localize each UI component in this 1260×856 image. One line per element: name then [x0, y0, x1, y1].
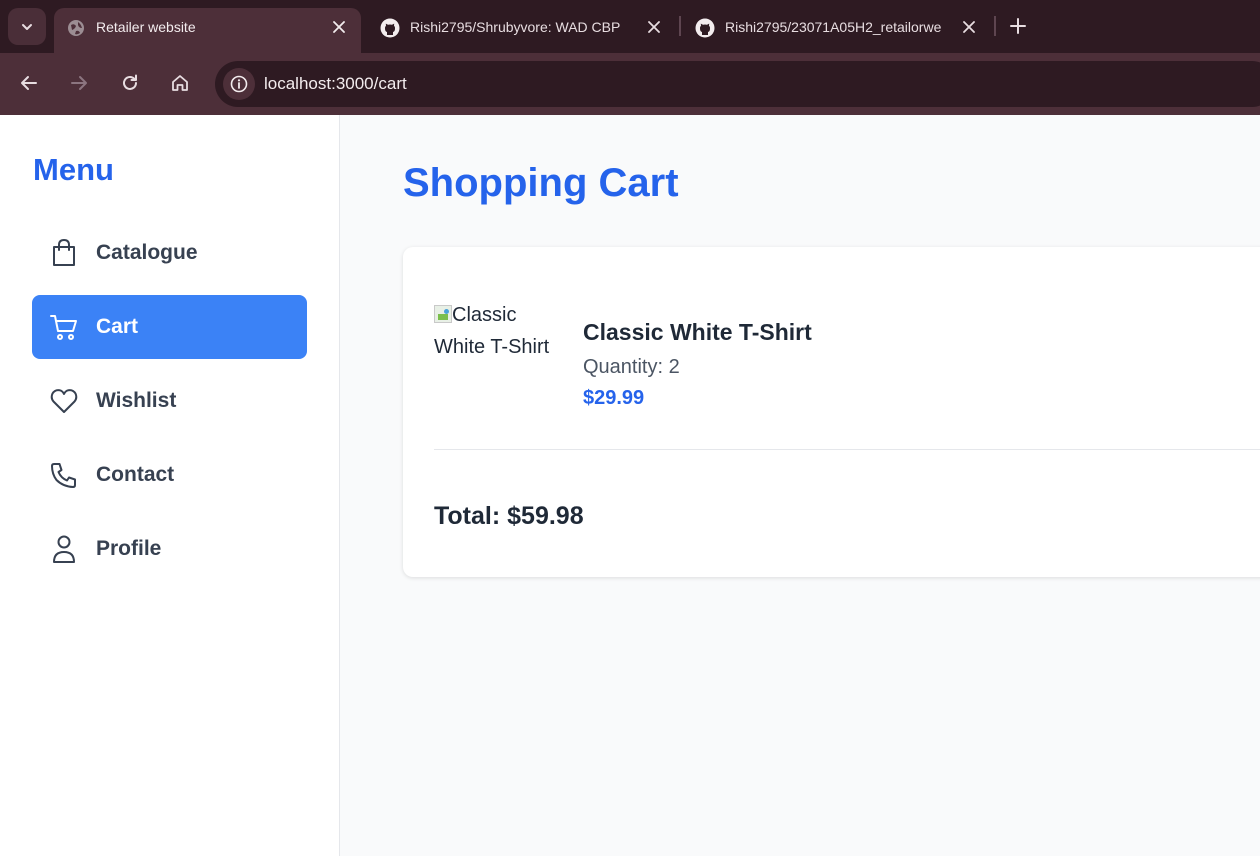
product-quantity: Quantity: 2	[583, 356, 680, 378]
arrow-left-icon	[21, 76, 37, 90]
page-title: Shopping Cart	[403, 161, 679, 205]
shopping-bag-icon	[49, 238, 79, 268]
browser-toolbar: localhost:3000/cart	[0, 53, 1260, 115]
address-bar[interactable]: localhost:3000/cart	[215, 61, 1260, 107]
reload-button[interactable]	[116, 69, 144, 97]
tab-shrubyvore[interactable]: Rishi2795/Shrubyvore: WAD CBP	[368, 8, 673, 53]
sidebar-item-label: Profile	[96, 537, 162, 560]
close-tab-icon[interactable]	[329, 17, 349, 37]
sidebar-item-label: Contact	[96, 463, 175, 486]
forward-button[interactable]	[65, 69, 93, 97]
sidebar-item-label: Wishlist	[96, 389, 177, 412]
github-icon	[695, 18, 715, 38]
arrow-right-icon	[71, 76, 87, 90]
close-tab-icon[interactable]	[959, 17, 979, 37]
tab-retailer-website[interactable]: Retailer website	[54, 8, 361, 53]
chevron-down-icon	[22, 23, 32, 30]
tab-title: Retailer website	[96, 19, 196, 35]
back-button[interactable]	[15, 69, 43, 97]
close-tab-icon[interactable]	[644, 17, 664, 37]
heart-icon	[49, 386, 79, 416]
sidebar-item-label: Cart	[96, 315, 139, 338]
tab-search-button[interactable]	[8, 8, 46, 45]
home-icon	[172, 75, 188, 91]
cart-card: Classic White T-Shirt Classic White T-Sh…	[403, 247, 1260, 577]
product-price: $29.99	[583, 387, 645, 409]
github-icon	[380, 18, 400, 38]
sidebar-title: Menu	[33, 152, 114, 187]
shopping-cart-icon	[49, 312, 79, 342]
sidebar-item-profile[interactable]: Profile	[32, 517, 307, 581]
tab-separator	[994, 16, 996, 36]
main-content: Shopping Cart Classic White T-Shirt Clas…	[341, 115, 1260, 856]
url-text: localhost:3000/cart	[264, 74, 407, 93]
home-button[interactable]	[166, 69, 194, 97]
browser-tab-bar: Retailer website Rishi2795/Shrubyvore: W…	[0, 0, 1260, 53]
plus-icon	[1010, 18, 1026, 34]
phone-icon	[49, 460, 79, 490]
sidebar-item-label: Catalogue	[96, 241, 198, 264]
tab-retailorwebsite-repo[interactable]: Rishi2795/23071A05H2_retailorwe	[683, 8, 988, 53]
new-tab-button[interactable]	[1006, 14, 1030, 38]
tab-separator	[679, 16, 681, 36]
sidebar-item-catalogue[interactable]: Catalogue	[32, 221, 307, 285]
sidebar-item-wishlist[interactable]: Wishlist	[32, 369, 307, 433]
product-name: Classic White T-Shirt	[583, 319, 812, 345]
divider	[434, 449, 1260, 450]
sidebar: Menu Catalogue Cart Wishlist Contact Pro…	[0, 115, 340, 856]
sidebar-item-cart[interactable]: Cart	[32, 295, 307, 359]
info-icon	[230, 75, 248, 93]
sidebar-item-contact[interactable]: Contact	[32, 443, 307, 507]
globe-icon	[66, 18, 86, 38]
product-image: Classic White T-Shirt	[434, 299, 564, 371]
tab-title: Rishi2795/23071A05H2_retailorwe	[725, 19, 942, 35]
tab-title: Rishi2795/Shrubyvore: WAD CBP	[410, 19, 621, 35]
site-info-button[interactable]	[223, 68, 255, 100]
reload-icon	[123, 74, 137, 90]
user-icon	[49, 534, 79, 564]
cart-total: Total: $59.98	[434, 502, 584, 530]
broken-image-icon	[434, 305, 452, 323]
